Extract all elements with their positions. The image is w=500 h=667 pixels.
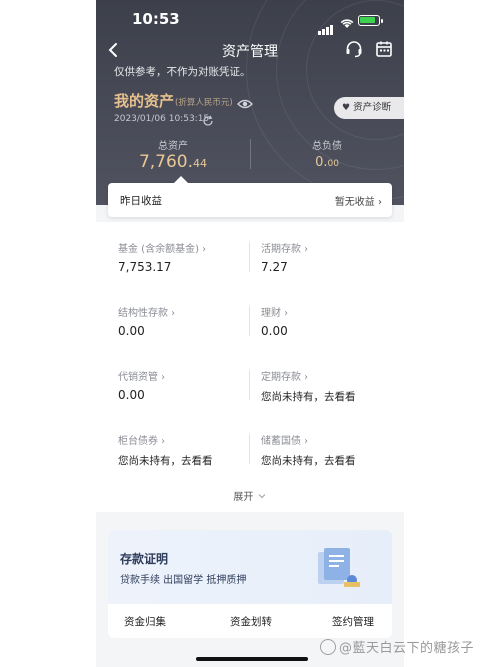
- divider: [249, 434, 250, 464]
- calendar-icon[interactable]: [374, 39, 394, 63]
- asset-value-fixed-deposit[interactable]: 您尚未持有，去看看: [261, 389, 356, 404]
- asset-value-agency-am: 0.00: [118, 388, 145, 402]
- home-indicator[interactable]: [196, 657, 308, 661]
- asset-value-wealth-mgmt: 0.00: [261, 324, 288, 338]
- total-assets-label: 总资产: [158, 141, 188, 152]
- fund-consolidation-button[interactable]: 资金归集: [124, 614, 166, 629]
- watermark: @藍天白云下的糖孩子: [320, 637, 474, 656]
- my-assets-heading: 我的资产: [114, 92, 175, 110]
- asset-value-demand-deposit: 7.27: [261, 260, 288, 274]
- total-debt-value[interactable]: 0.00: [250, 155, 404, 170]
- expand-label: 展开: [233, 492, 254, 503]
- disclaimer-text: 仅供参考，不作为对账凭证。: [114, 66, 251, 78]
- cellular-signal-icon: [318, 16, 334, 35]
- asset-diagnosis-label: 资产诊断: [353, 102, 392, 113]
- asset-header: 10:53 资产管理 仅供参考，不作为对账凭证。 我的资产 (折算人民币元) 2…: [96, 0, 404, 205]
- total-debt-integer: 0.: [315, 155, 328, 170]
- deposit-proof-subtitle: 贷款手续 出国留学 抵押质押: [120, 575, 247, 586]
- total-assets-integer: 7,760.: [138, 152, 194, 172]
- asset-breakdown: 基金 (含余额基金) › 7,753.17 活期存款 › 7.27 结构性存款 …: [96, 222, 404, 512]
- refresh-icon[interactable]: [202, 112, 214, 131]
- asset-label-structured-deposit[interactable]: 结构性存款 ›: [118, 304, 175, 319]
- total-debt-label: 总负债: [312, 141, 342, 152]
- eye-icon[interactable]: [237, 95, 253, 114]
- weibo-icon: [320, 639, 336, 655]
- divider: [249, 370, 250, 400]
- asset-label-fund[interactable]: 基金 (含余额基金) ›: [118, 240, 206, 255]
- deposit-proof-card: 存款证明 贷款手续 出国留学 抵押质押 资金归集 资金划转 签约管理: [108, 530, 392, 638]
- total-assets-value[interactable]: 7,760.44: [96, 152, 250, 172]
- update-timestamp: 2023/01/06 10:53:15: [114, 114, 210, 124]
- status-time: 10:53: [132, 10, 180, 28]
- total-assets-decimal: 44: [193, 157, 208, 170]
- asset-value-structured-deposit: 0.00: [118, 324, 145, 338]
- currency-note: (折算人民币元): [175, 98, 233, 108]
- asset-label-counter-bond[interactable]: 柜台债券 ›: [118, 432, 165, 447]
- heart-icon: ♥: [342, 103, 351, 113]
- asset-label-agency-am[interactable]: 代销资管 ›: [118, 368, 165, 383]
- headset-icon[interactable]: [344, 39, 364, 63]
- asset-value-counter-bond[interactable]: 您尚未持有，去看看: [118, 453, 213, 468]
- fund-transfer-button[interactable]: 资金划转: [230, 614, 272, 629]
- asset-label-wealth-mgmt[interactable]: 理财 ›: [261, 304, 288, 319]
- asset-value-savings-bond[interactable]: 您尚未持有，去看看: [261, 453, 356, 468]
- document-icon: [312, 544, 364, 598]
- phone-screen: 10:53 资产管理 仅供参考，不作为对账凭证。 我的资产 (折算人民币元) 2…: [96, 0, 404, 667]
- chevron-down-icon: [257, 492, 267, 503]
- deposit-proof-title: 存款证明: [120, 552, 169, 566]
- deposit-proof-banner[interactable]: 存款证明 贷款手续 出国留学 抵押质押: [108, 530, 392, 604]
- status-bar: 10:53: [96, 6, 404, 35]
- card-pointer: [174, 176, 188, 183]
- wifi-icon: [340, 14, 354, 33]
- asset-label-demand-deposit[interactable]: 活期存款 ›: [261, 240, 308, 255]
- contract-management-button[interactable]: 签约管理: [332, 614, 374, 629]
- yesterday-earnings-card[interactable]: 昨日收益 暂无收益 ›: [108, 176, 392, 217]
- asset-diagnosis-button[interactable]: ♥ 资产诊断: [334, 97, 404, 119]
- yesterday-earnings-label: 昨日收益: [120, 195, 162, 207]
- asset-label-savings-bond[interactable]: 储蓄国债 ›: [261, 432, 308, 447]
- yesterday-earnings-value: 暂无收益 ›: [334, 197, 382, 208]
- nav-bar: 资产管理: [96, 36, 404, 64]
- watermark-text: @藍天白云下的糖孩子: [339, 641, 475, 656]
- asset-label-fixed-deposit[interactable]: 定期存款 ›: [261, 368, 308, 383]
- battery-icon: [358, 15, 383, 26]
- expand-button[interactable]: 展开: [96, 488, 404, 503]
- total-debt-decimal: 00: [327, 159, 339, 169]
- divider: [249, 242, 250, 272]
- asset-value-fund: 7,753.17: [118, 260, 172, 274]
- divider: [249, 306, 250, 336]
